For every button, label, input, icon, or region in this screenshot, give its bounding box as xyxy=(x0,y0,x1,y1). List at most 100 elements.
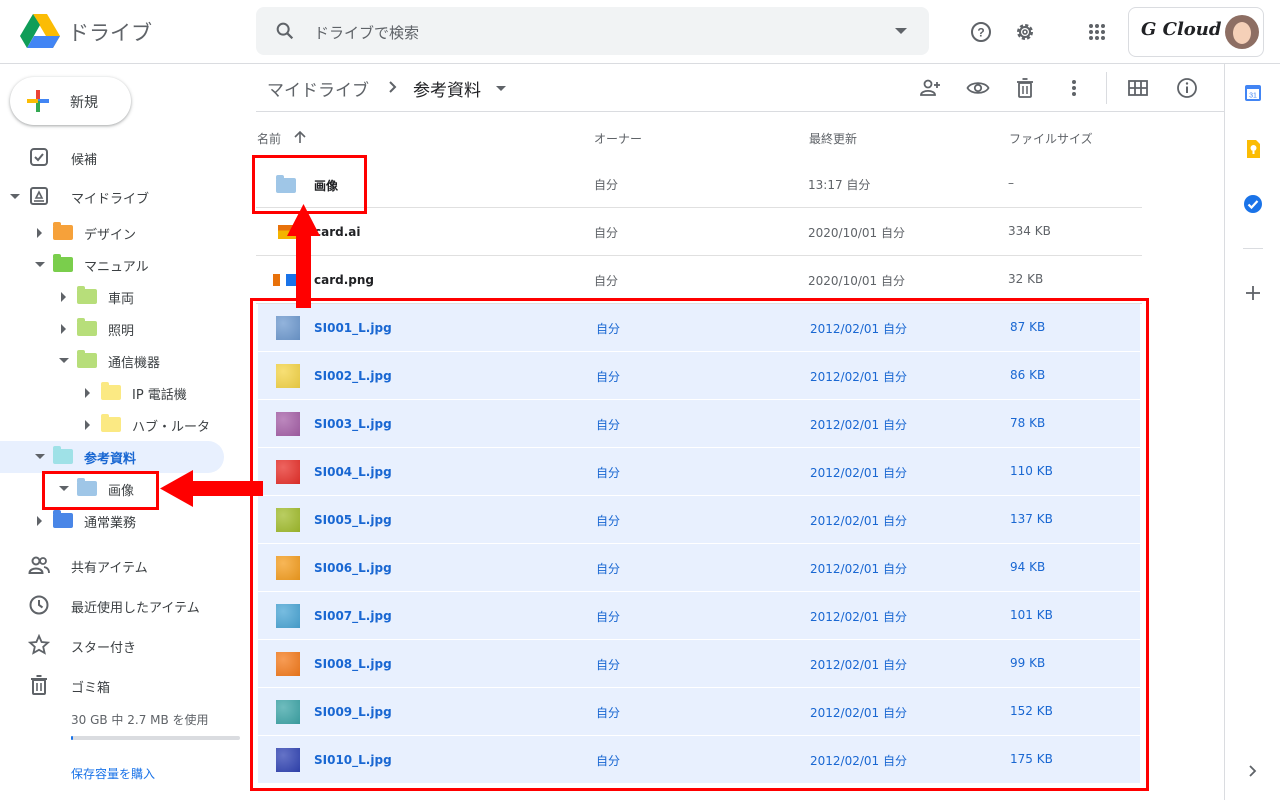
tree-folder-label: 通信機器 xyxy=(108,356,161,371)
collapse-arrow-icon[interactable] xyxy=(59,358,69,363)
expand-arrow-icon[interactable] xyxy=(61,324,66,334)
sort-arrow-up-icon[interactable] xyxy=(293,130,307,144)
tree-folder-item[interactable]: 車両 xyxy=(0,280,240,312)
file-owner: 自分 xyxy=(594,178,619,192)
expand-arrow-icon[interactable] xyxy=(85,420,90,430)
collapse-arrow-icon[interactable] xyxy=(10,194,20,199)
more-vert-icon[interactable] xyxy=(1062,76,1086,100)
file-owner: 自分 xyxy=(594,274,619,288)
nav-item-recent[interactable]: 最近使用したアイテム xyxy=(0,589,240,621)
clock-icon xyxy=(29,595,49,615)
apps-grid-icon[interactable] xyxy=(1085,20,1109,44)
keep-icon[interactable] xyxy=(1242,138,1264,160)
nav-item-my-drive[interactable]: マイドライブ xyxy=(0,180,240,212)
my-drive-icon xyxy=(30,187,48,205)
file-row[interactable]: card.ai 自分 2020/10/01 自分 334 KB xyxy=(256,208,1142,256)
folder-icon xyxy=(53,222,73,240)
breadcrumb-current[interactable]: 参考資料 xyxy=(413,76,481,101)
account-name: G Cloud xyxy=(1141,19,1222,40)
search-icon[interactable] xyxy=(274,20,296,42)
breadcrumb: マイドライブ 参考資料 xyxy=(256,64,1224,112)
settings-gear-icon[interactable] xyxy=(1013,20,1037,44)
tree-folder-item[interactable]: ハブ・ルータ xyxy=(0,408,240,440)
storage-usage-fill xyxy=(71,736,73,740)
tree-folder-item[interactable]: IP 電話機 xyxy=(0,376,240,408)
annotation-box-selected-files xyxy=(250,298,1149,791)
avatar[interactable] xyxy=(1225,15,1259,49)
expand-arrow-icon[interactable] xyxy=(37,516,42,526)
folder-icon xyxy=(101,414,121,432)
search-options-caret-icon[interactable] xyxy=(895,28,907,34)
nav-item-suggested[interactable]: 候補 xyxy=(0,141,240,173)
folder-icon xyxy=(77,318,97,336)
top-bar: ドライブ ドライブで検索 ? G Cloud xyxy=(0,0,1280,64)
calendar-icon[interactable]: 31 xyxy=(1242,82,1264,104)
folder-icon xyxy=(53,446,73,464)
nav-item-shared[interactable]: 共有アイテム xyxy=(0,549,240,581)
tree-folder-item[interactable]: 参考資料 xyxy=(0,440,240,472)
tree-folder-item[interactable]: デザイン xyxy=(0,216,240,248)
tree-folder-item[interactable]: 通信機器 xyxy=(0,344,240,376)
collapse-arrow-icon[interactable] xyxy=(35,454,45,459)
grid-view-icon[interactable] xyxy=(1126,76,1150,100)
annotation-box-folder-row xyxy=(252,155,367,214)
trash-icon xyxy=(31,675,47,695)
nav-label: 候補 xyxy=(71,153,98,168)
folder-icon xyxy=(101,382,121,400)
star-icon xyxy=(28,634,50,655)
side-panel-rail: 31 xyxy=(1224,64,1280,800)
expand-arrow-icon[interactable] xyxy=(37,228,42,238)
nav-label: 最近使用したアイテム xyxy=(71,601,200,616)
nav-label: マイドライブ xyxy=(71,192,150,207)
tree-folder-label: IP 電話機 xyxy=(132,388,187,403)
nav-item-trash[interactable]: ゴミ箱 xyxy=(0,669,240,701)
drive-logo-icon[interactable] xyxy=(20,14,60,48)
chevron-right-icon xyxy=(389,81,397,93)
svg-text:31: 31 xyxy=(1249,93,1257,100)
tree-folder-item[interactable]: 照明 xyxy=(0,312,240,344)
shared-icon xyxy=(28,556,50,574)
account-switcher[interactable]: G Cloud xyxy=(1128,7,1264,57)
annotation-box-tree-folder xyxy=(42,471,159,510)
sidebar: 新規 候補 マイドライブ デザイン マニュアル 車両照明通信機器 IP 電話機ハブ・ル… xyxy=(0,64,256,800)
toolbar-divider xyxy=(1106,72,1107,104)
help-icon[interactable]: ? xyxy=(969,20,993,44)
file-row[interactable]: 画像 自分 13:17 自分 – xyxy=(256,160,1142,208)
tree-folder-label: 通常業務 xyxy=(84,516,137,531)
preview-eye-icon[interactable] xyxy=(966,76,990,100)
column-header-size[interactable]: ファイルサイズ xyxy=(1009,130,1093,147)
tree-folder-item[interactable]: マニュアル xyxy=(0,248,240,280)
tree-folder-label: 照明 xyxy=(108,324,135,339)
delete-trash-icon[interactable] xyxy=(1013,76,1037,100)
app-title[interactable]: ドライブ xyxy=(68,17,152,47)
rail-divider xyxy=(1243,248,1263,249)
file-size: 32 KB xyxy=(1008,272,1044,286)
folder-menu-caret-icon[interactable] xyxy=(496,86,506,91)
tasks-icon[interactable] xyxy=(1242,193,1264,215)
nav-label: ゴミ箱 xyxy=(71,681,111,696)
collapse-arrow-icon[interactable] xyxy=(35,262,45,267)
breadcrumb-root[interactable]: マイドライブ xyxy=(267,76,369,101)
column-header-modified[interactable]: 最終更新 xyxy=(809,130,857,147)
nav-label: 共有アイテム xyxy=(71,561,148,576)
search-bar[interactable]: ドライブで検索 xyxy=(256,7,929,55)
file-modified: 2020/10/01 自分 xyxy=(808,226,905,240)
folder-icon xyxy=(53,254,73,272)
column-header-name[interactable]: 名前 xyxy=(257,130,306,147)
expand-arrow-icon[interactable] xyxy=(85,388,90,398)
info-icon[interactable] xyxy=(1175,76,1199,100)
file-row[interactable]: card.png 自分 2020/10/01 自分 32 KB xyxy=(256,256,1142,304)
folder-icon xyxy=(53,510,73,528)
share-add-person-icon[interactable] xyxy=(918,76,942,100)
chevron-right-icon[interactable] xyxy=(1242,760,1264,782)
nav-item-starred[interactable]: スター付き xyxy=(0,629,240,661)
png-file-icon xyxy=(273,274,297,286)
svg-text:?: ? xyxy=(977,26,984,40)
search-input[interactable]: ドライブで検索 xyxy=(314,22,419,43)
file-modified: 13:17 自分 xyxy=(808,178,871,192)
buy-storage-link[interactable]: 保存容量を購入 xyxy=(71,765,155,782)
add-addon-plus-icon[interactable] xyxy=(1242,282,1264,304)
new-button[interactable]: 新規 xyxy=(10,77,131,125)
expand-arrow-icon[interactable] xyxy=(61,292,66,302)
column-header-owner[interactable]: オーナー xyxy=(594,130,642,147)
